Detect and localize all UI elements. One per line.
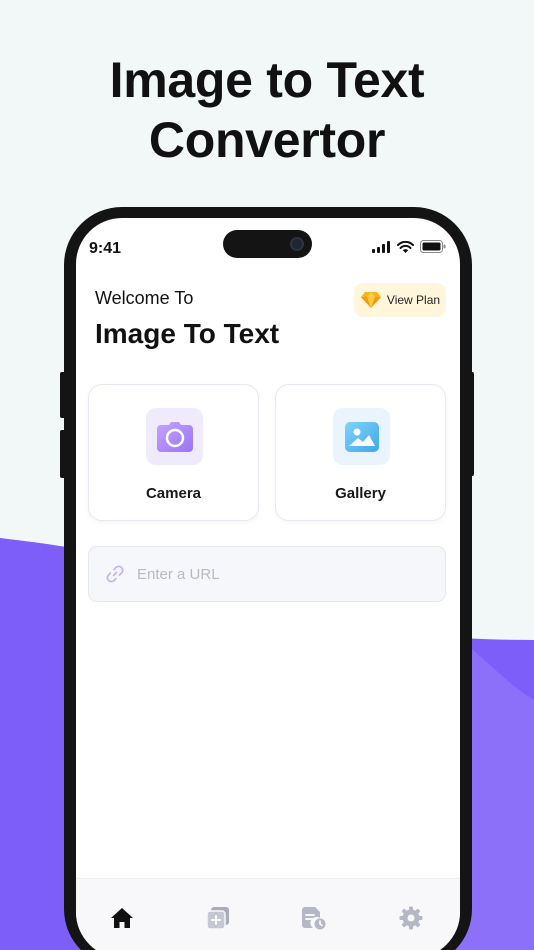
tab-history[interactable]	[299, 903, 329, 933]
marketing-headline: Image to Text Convertor	[0, 50, 534, 170]
gallery-label: Gallery	[335, 485, 386, 502]
tab-new-document[interactable]	[203, 903, 233, 933]
tab-home[interactable]	[107, 903, 137, 933]
dynamic-island	[223, 230, 312, 258]
phone-volume-up-button	[60, 372, 66, 418]
view-plan-button[interactable]: View Plan	[354, 283, 446, 317]
document-add-icon	[206, 907, 229, 930]
headline-line-1: Image to Text	[109, 52, 425, 108]
front-camera	[290, 237, 304, 251]
welcome-text: Welcome To	[95, 288, 194, 308]
bottom-tab-bar	[76, 878, 460, 950]
camera-card[interactable]: Camera	[88, 384, 259, 521]
status-icons	[372, 240, 446, 253]
document-history-icon	[302, 907, 326, 930]
url-field[interactable]	[88, 546, 446, 602]
camera-label: Camera	[145, 485, 202, 502]
view-plan-label: View Plan	[386, 293, 441, 307]
headline-line-2: Convertor	[148, 112, 386, 168]
camera-icon	[156, 421, 193, 452]
gear-icon	[399, 906, 423, 930]
app-title: Image To Text	[95, 318, 280, 349]
tab-settings[interactable]	[396, 903, 426, 933]
phone-volume-down-button	[60, 430, 66, 478]
link-icon	[106, 565, 124, 583]
signal-icon	[372, 240, 390, 253]
diamond-icon	[360, 292, 381, 308]
battery-icon	[420, 240, 446, 253]
wifi-icon	[397, 240, 414, 253]
gallery-icon-box	[333, 408, 390, 465]
home-icon	[111, 908, 133, 928]
image-icon	[344, 421, 379, 452]
phone-screen: 9:41 Welcome To Image To Text View Plan	[76, 218, 460, 950]
gallery-card[interactable]: Gallery	[275, 384, 446, 521]
phone-power-button	[470, 372, 474, 476]
url-input[interactable]	[137, 565, 417, 583]
camera-icon-box	[146, 408, 203, 465]
status-time: 9:41	[89, 240, 122, 257]
